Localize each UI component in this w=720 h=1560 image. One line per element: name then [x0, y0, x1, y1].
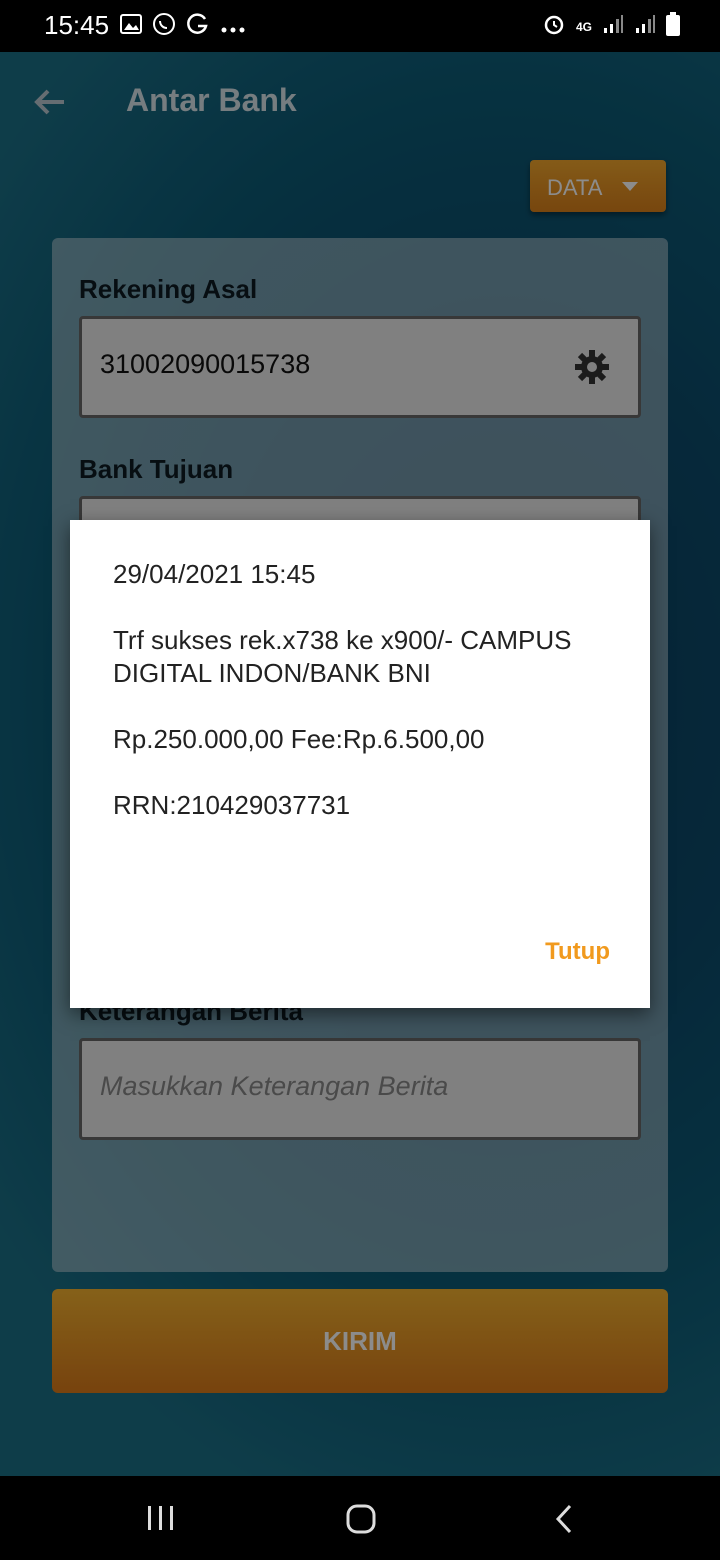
more-icon [220, 14, 246, 40]
signal-icon [602, 13, 624, 41]
g-icon [186, 12, 210, 42]
signal-icon [634, 13, 656, 41]
transfer-result-dialog: 29/04/2021 15:45 Trf sukses rek.x738 ke … [70, 520, 650, 1008]
dialog-message: Trf sukses rek.x738 ke x900/- CAMPUS DIG… [113, 625, 572, 688]
recent-apps-icon[interactable] [146, 1504, 176, 1532]
network-4g-icon: 4G [575, 20, 592, 34]
back-icon[interactable] [552, 1504, 576, 1534]
home-icon[interactable] [346, 1504, 376, 1534]
alarm-icon [542, 12, 566, 42]
whatsapp-icon [152, 12, 176, 42]
status-right-icons: 4G [542, 12, 680, 42]
gallery-icon [120, 14, 142, 40]
dialog-rrn: RRN:210429037731 [113, 790, 351, 820]
dialog-datetime: 29/04/2021 15:45 [113, 559, 316, 589]
battery-icon [666, 12, 680, 42]
close-button[interactable]: Tutup [545, 938, 610, 966]
status-bar: 15:45 4G [0, 0, 720, 52]
status-time: 15:45 [44, 10, 110, 40]
navigation-bar [0, 1476, 720, 1560]
dialog-amount: Rp.250.000,00 Fee:Rp.6.500,00 [113, 724, 485, 754]
status-left-icons [120, 12, 246, 42]
